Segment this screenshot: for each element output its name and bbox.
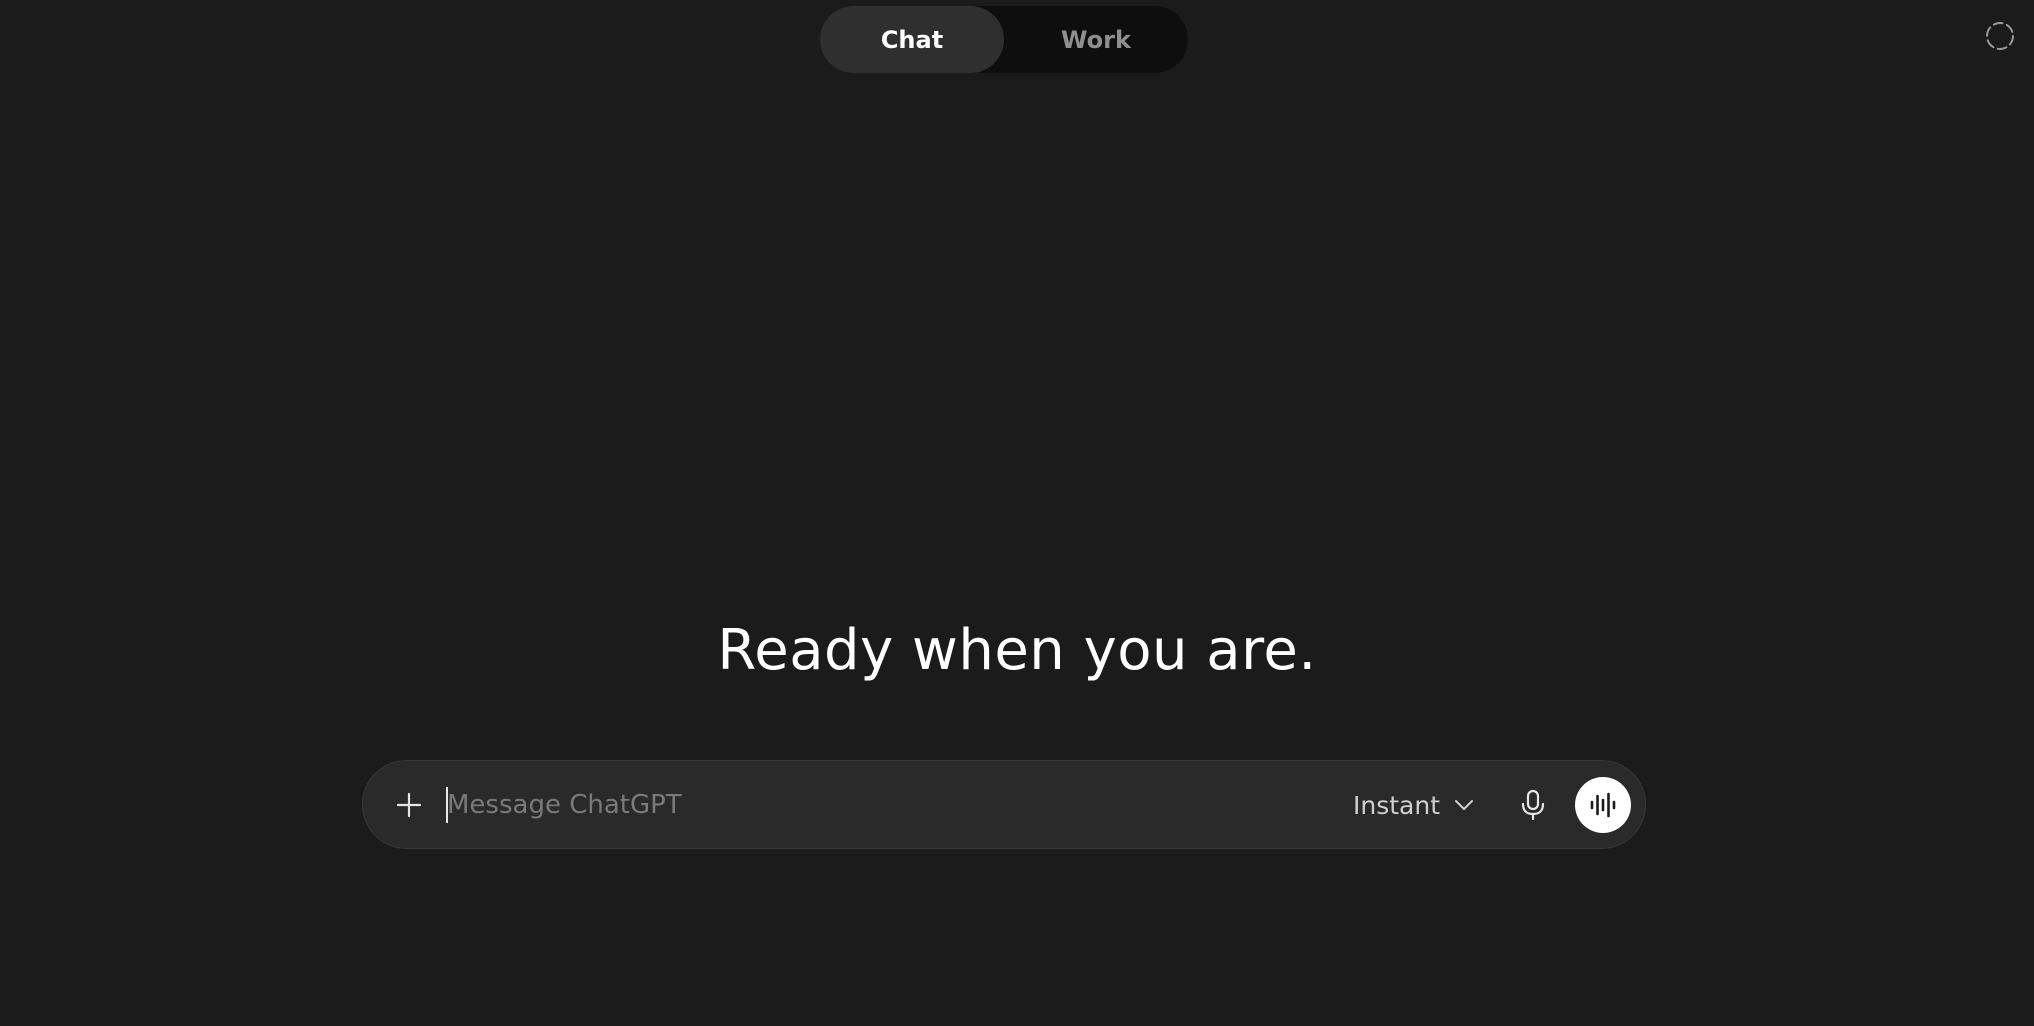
chevron-down-icon <box>1454 798 1474 812</box>
tab-work[interactable]: Work <box>1004 6 1188 73</box>
plus-icon <box>395 791 423 819</box>
voice-waveform-icon <box>1589 792 1617 818</box>
app-window: Chat Work Ready when you are. Instant <box>0 0 2034 1026</box>
model-selector-label: Instant <box>1353 790 1441 820</box>
add-attachment-button[interactable] <box>385 781 433 829</box>
dictate-button[interactable] <box>1509 781 1557 829</box>
greeting-heading: Ready when you are. <box>717 618 1317 683</box>
voice-mode-button[interactable] <box>1575 777 1631 833</box>
message-input[interactable] <box>447 783 1287 827</box>
microphone-icon <box>1519 789 1547 821</box>
dashed-circle-icon <box>1984 20 2016 52</box>
mode-toggle: Chat Work <box>820 6 1188 73</box>
temporary-chat-button[interactable] <box>1978 14 2022 58</box>
tab-chat[interactable]: Chat <box>820 6 1004 73</box>
message-composer: Instant <box>362 760 1646 849</box>
model-selector[interactable]: Instant <box>1353 781 1474 829</box>
